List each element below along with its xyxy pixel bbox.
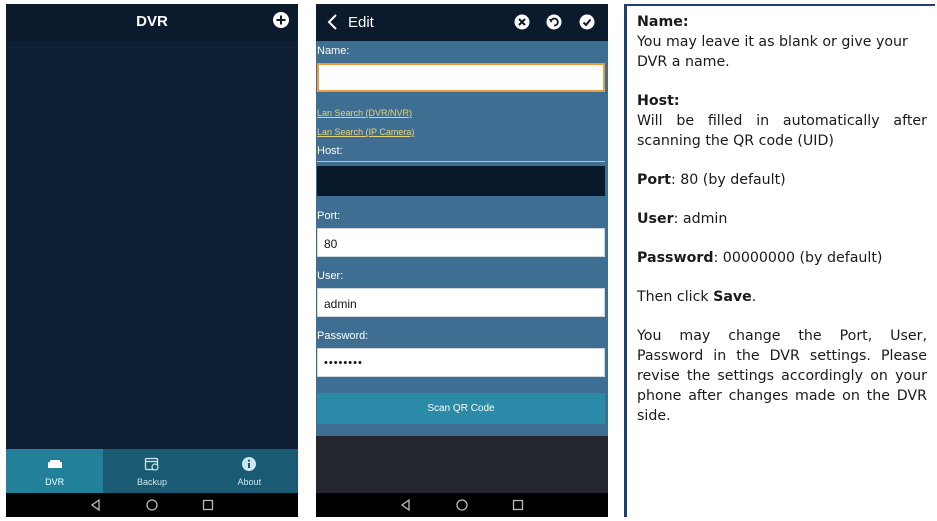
tab-about-label: About [237,477,262,487]
host-heading: Host: [637,93,680,109]
edit-header: Edit [316,4,608,41]
page-title: DVR [136,13,168,30]
user-value-text: : admin [673,211,728,227]
app-header: DVR [6,4,298,41]
name-label: Name: [317,45,350,57]
port-value-text: : 80 (by default) [670,172,786,188]
instructions-panel: Name: You may leave it as blank or give … [624,4,935,517]
password-value-text: : 00000000 (by default) [713,250,883,266]
back-nav-icon[interactable] [399,498,413,512]
save-instructions: Then click Save. [637,287,927,307]
password-instructions: Password: 00000000 (by default) [637,248,927,268]
port-instructions: Port: 80 (by default) [637,170,927,190]
back-nav-icon[interactable] [89,498,103,512]
host-divider [317,161,605,162]
edit-screen: Edit Name: Lan Search (DVR/NVR) Lan Sear… [316,4,608,517]
user-field[interactable]: admin [317,288,605,317]
cancel-icon[interactable] [514,14,530,30]
android-nav-bar-2 [316,493,608,517]
home-nav-icon[interactable] [455,498,469,512]
empty-area [316,436,608,493]
name-heading: Name: [637,14,689,30]
then-click-text: Then click [637,289,714,305]
user-term: User [637,211,674,227]
tab-dvr-label: DVR [45,477,65,487]
tab-backup-label: Backup [136,477,167,487]
save-period: . [751,289,757,305]
bottom-tab-bar: DVR Backup About [6,449,298,493]
back-chevron-icon[interactable] [326,13,340,31]
save-term: Save [713,289,752,305]
name-instructions: You may leave it as blank or give your D… [637,34,908,70]
tab-dvr[interactable]: DVR [6,449,104,493]
recents-nav-icon[interactable] [201,498,215,512]
home-nav-icon[interactable] [145,498,159,512]
dvr-list-screen: DVR DVR Backup About [6,4,298,517]
dvr-list [6,41,298,449]
backup-icon [144,457,159,471]
lan-search-dvr-link[interactable]: Lan Search (DVR/NVR) [317,108,412,118]
edit-form: Name: Lan Search (DVR/NVR) Lan Search (I… [316,41,608,436]
user-label: User: [317,270,344,282]
android-nav-bar [6,493,298,517]
lan-search-camera-link[interactable]: Lan Search (IP Camera) [317,127,414,137]
host-instructions: Will be filled in automatically after sc… [637,113,927,149]
password-field[interactable]: •••••••• [317,348,605,377]
host-label: Host: [317,145,343,157]
info-icon [242,457,257,471]
port-field[interactable]: 80 [317,228,605,257]
add-icon[interactable] [272,11,290,29]
dvr-icon [47,460,62,468]
scan-qr-code-button[interactable]: Scan QR Code [317,393,605,424]
change-instructions: You may change the Port, User, Password … [637,328,927,424]
name-field[interactable] [317,63,605,92]
save-check-icon[interactable] [579,14,595,30]
edit-title: Edit [348,14,374,31]
recents-nav-icon[interactable] [511,498,525,512]
undo-icon[interactable] [546,14,562,30]
port-term: Port [637,172,671,188]
tab-backup[interactable]: Backup [103,449,200,493]
tab-about[interactable]: About [201,449,298,493]
port-label: Port: [317,210,341,222]
user-instructions: User: admin [637,209,927,229]
host-field[interactable] [317,166,605,196]
password-term: Password [637,250,714,266]
password-label: Password: [317,330,369,342]
